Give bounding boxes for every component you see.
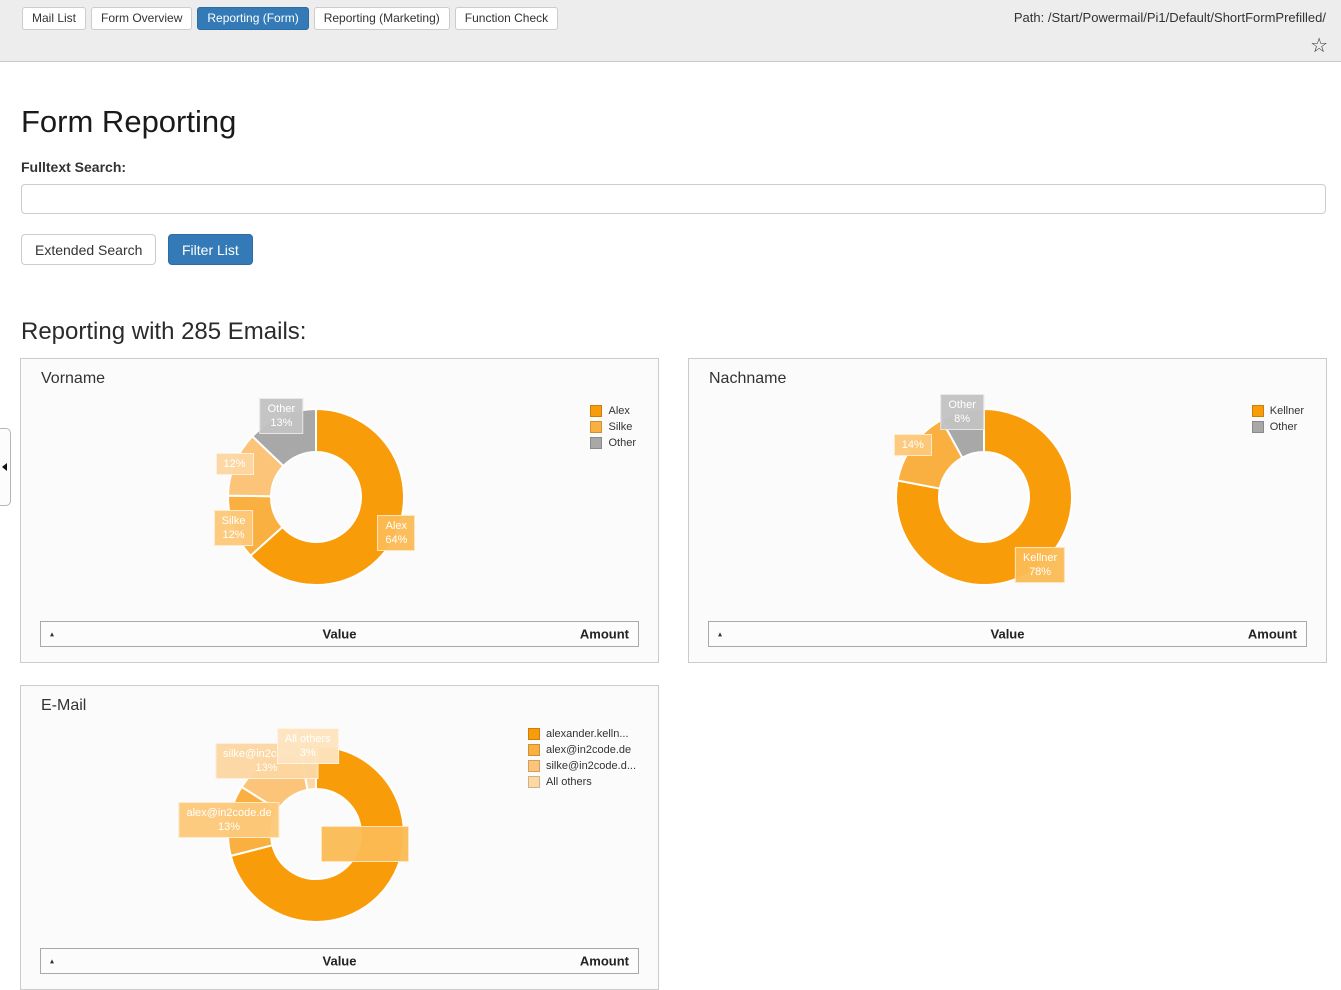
- tab-mail-list[interactable]: Mail List: [22, 7, 86, 30]
- legend-swatch-icon: [590, 437, 602, 449]
- chart-panel-vorname: VornameAlex64%Silke12%12%Other13%AlexSil…: [20, 358, 659, 663]
- legend-label: Silke: [608, 421, 632, 433]
- legend-swatch-icon: [1252, 421, 1264, 433]
- legend-item[interactable]: All others: [528, 776, 592, 788]
- slice-label-line: 14%: [902, 438, 924, 452]
- legend-label: All others: [546, 776, 592, 788]
- legend-swatch-icon: [528, 744, 540, 756]
- page-path: Path: /Start/Powermail/Pi1/Default/Short…: [1014, 10, 1326, 25]
- chart-legend: Alex Silke Other: [590, 405, 636, 453]
- fulltext-search-label: Fulltext Search:: [21, 159, 126, 175]
- legend-item[interactable]: silke@in2code.d...: [528, 760, 636, 772]
- fulltext-search-input[interactable]: [21, 184, 1326, 214]
- tab-form-overview[interactable]: Form Overview: [91, 7, 192, 30]
- tab-function-check[interactable]: Function Check: [455, 7, 558, 30]
- legend-item[interactable]: Kellner: [1252, 405, 1304, 417]
- top-toolbar: Mail ListForm OverviewReporting (Form) Re…: [0, 0, 1341, 62]
- legend-swatch-icon: [528, 776, 540, 788]
- legend-label: silke@in2code.d...: [546, 760, 636, 772]
- tab-reporting-form[interactable]: Reporting (Form): [197, 7, 308, 30]
- slice-label-line: 78%: [1023, 565, 1057, 579]
- column-header-amount[interactable]: Amount: [580, 954, 629, 969]
- table-header-row: ▴ValueAmount: [708, 621, 1307, 647]
- slice-label-line: 12%: [222, 528, 246, 542]
- slice-label-line: All others: [285, 732, 331, 746]
- slice-label: 14%: [894, 434, 932, 456]
- slice-label-line: 13%: [186, 820, 271, 834]
- bookmark-star-icon[interactable]: ☆: [1310, 36, 1328, 56]
- legend-swatch-icon: [1252, 405, 1264, 417]
- tab-reporting-marketing[interactable]: Reporting (Marketing): [314, 7, 450, 30]
- legend-label: Alex: [608, 405, 629, 417]
- legend-item[interactable]: Other: [590, 437, 636, 449]
- legend-item[interactable]: Alex: [590, 405, 629, 417]
- legend-swatch-icon: [528, 728, 540, 740]
- legend-label: Other: [1270, 421, 1298, 433]
- module-tabs: Mail ListForm OverviewReporting (Form) Re…: [22, 7, 558, 30]
- slice-label-line: 12%: [224, 457, 246, 471]
- slice-label: 12%: [216, 453, 254, 475]
- legend-item[interactable]: alex@in2code.de: [528, 744, 631, 756]
- page-title: Form Reporting: [21, 104, 236, 140]
- slice-label-line: 13%: [268, 416, 296, 430]
- slice-label: Other8%: [940, 394, 984, 430]
- legend-item[interactable]: Silke: [590, 421, 632, 433]
- slice-label-line: Kellner: [1023, 551, 1057, 565]
- legend-item[interactable]: Other: [1252, 421, 1298, 433]
- slice-label-line: 3%: [285, 746, 331, 760]
- chart-legend: Kellner Other: [1252, 405, 1304, 437]
- slice-label: Other13%: [260, 398, 304, 434]
- legend-swatch-icon: [590, 421, 602, 433]
- chart-panel-e-mail: E-Mailalex@in2code.de13%silke@in2code.de…: [20, 685, 659, 990]
- legend-label: alex@in2code.de: [546, 744, 631, 756]
- legend-label: Kellner: [1270, 405, 1304, 417]
- slice-label: [321, 826, 409, 862]
- column-header-value[interactable]: Value: [41, 627, 638, 642]
- collapse-arrow-icon: [2, 463, 7, 471]
- column-header-amount[interactable]: Amount: [580, 627, 629, 642]
- legend-swatch-icon: [528, 760, 540, 772]
- section-title: Reporting with 285 Emails:: [21, 318, 306, 346]
- legend-label: alexander.kelln...: [546, 728, 629, 740]
- chart-panel-nachname: NachnameKellner78%14%Other8%KellnerOther…: [688, 358, 1327, 663]
- slice-label-line: Alex: [385, 519, 407, 533]
- slice-label: Silke12%: [214, 510, 254, 546]
- chart-legend: alexander.kelln... alex@in2code.de silke@i…: [528, 728, 636, 792]
- sidebar-collapse-handle[interactable]: [0, 428, 11, 506]
- legend-swatch-icon: [590, 405, 602, 417]
- table-header-row: ▴ValueAmount: [40, 948, 639, 974]
- donut-chart: [689, 359, 1326, 662]
- extended-search-button[interactable]: Extended Search: [21, 234, 156, 265]
- filter-list-button[interactable]: Filter List: [168, 234, 253, 265]
- slice-label: Alex64%: [377, 515, 415, 551]
- table-header-row: ▴ValueAmount: [40, 621, 639, 647]
- column-header-value[interactable]: Value: [709, 627, 1306, 642]
- slice-label: All others3%: [277, 728, 339, 764]
- slice-label-line: 8%: [948, 412, 976, 426]
- column-header-value[interactable]: Value: [41, 954, 638, 969]
- slice-label-line: Silke: [222, 514, 246, 528]
- slice-label: Kellner78%: [1015, 547, 1065, 583]
- slice-label-line: Other: [268, 402, 296, 416]
- slice-label-line: alex@in2code.de: [186, 806, 271, 820]
- legend-label: Other: [608, 437, 636, 449]
- legend-item[interactable]: alexander.kelln...: [528, 728, 629, 740]
- column-header-amount[interactable]: Amount: [1248, 627, 1297, 642]
- slice-label-line: 64%: [385, 533, 407, 547]
- slice-label-line: Other: [948, 398, 976, 412]
- donut-chart: [21, 359, 658, 662]
- slice-label: alex@in2code.de13%: [178, 802, 279, 838]
